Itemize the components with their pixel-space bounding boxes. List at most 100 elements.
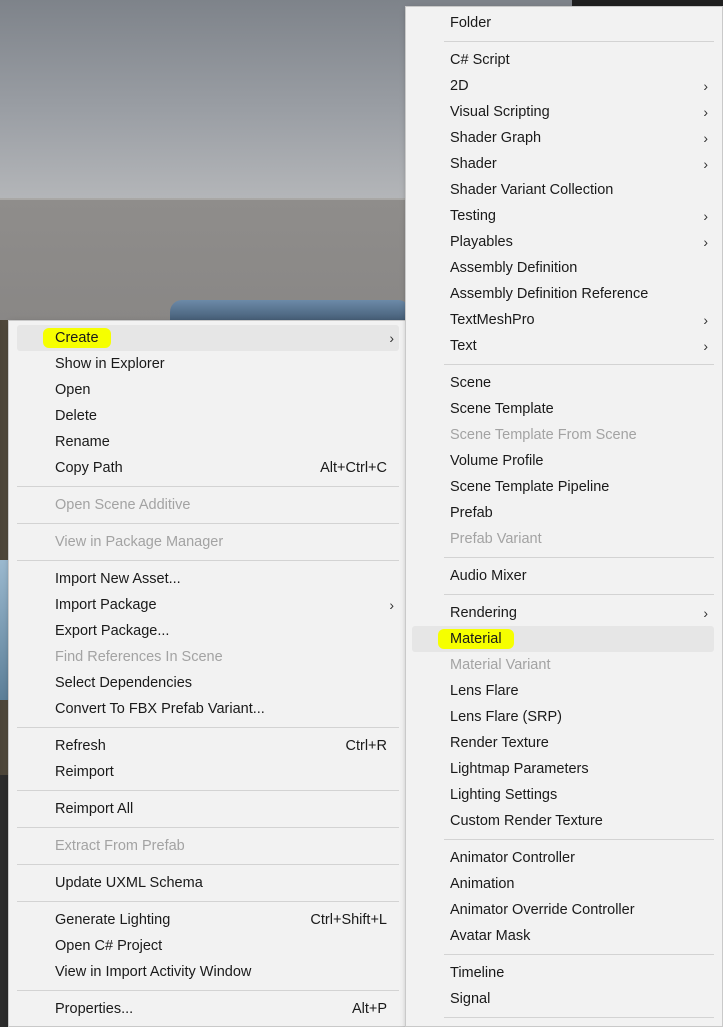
menu-item-shader[interactable]: Shader › — [412, 151, 714, 177]
menu-item-copy-path[interactable]: Copy Path Alt+Ctrl+C — [17, 455, 399, 481]
menu-separator — [17, 827, 399, 828]
shortcut-label: Ctrl+Shift+L — [310, 912, 387, 928]
chevron-right-icon: › — [703, 78, 708, 94]
chevron-right-icon: › — [703, 234, 708, 250]
menu-item-label: Visual Scripting — [450, 104, 550, 120]
menu-item-text[interactable]: Text › — [412, 333, 714, 359]
menu-item-rename[interactable]: Rename — [17, 429, 399, 455]
menu-item-export-package[interactable]: Export Package... — [17, 618, 399, 644]
chevron-right-icon: › — [703, 605, 708, 621]
chevron-right-icon: › — [703, 156, 708, 172]
menu-item-csharp-script[interactable]: C# Script — [412, 47, 714, 73]
menu-item-folder[interactable]: Folder — [412, 10, 714, 36]
chevron-right-icon: › — [703, 130, 708, 146]
chevron-right-icon: › — [703, 104, 708, 120]
menu-item-generate-lighting[interactable]: Generate Lighting Ctrl+Shift+L — [17, 907, 399, 933]
menu-item-show-in-explorer[interactable]: Show in Explorer — [17, 351, 399, 377]
menu-item-shader-variant-collection[interactable]: Shader Variant Collection — [412, 177, 714, 203]
menu-item-visual-scripting[interactable]: Visual Scripting › — [412, 99, 714, 125]
menu-item-import-new-asset[interactable]: Import New Asset... — [17, 566, 399, 592]
menu-item-view-in-import-activity-window[interactable]: View in Import Activity Window — [17, 959, 399, 985]
menu-separator — [17, 560, 399, 561]
menu-item-scene[interactable]: Scene — [412, 370, 714, 396]
menu-separator — [17, 864, 399, 865]
chevron-right-icon: › — [703, 312, 708, 328]
menu-item-convert-to-fbx-prefab-variant[interactable]: Convert To FBX Prefab Variant... — [17, 696, 399, 722]
menu-item-prefab-variant: Prefab Variant — [450, 531, 542, 547]
menu-item-create[interactable]: Create › — [17, 325, 399, 351]
menu-item-testing[interactable]: Testing › — [412, 203, 714, 229]
chevron-right-icon: › — [703, 338, 708, 354]
menu-item-label: Properties... — [55, 1001, 134, 1017]
menu-item-animator-controller[interactable]: Animator Controller — [412, 845, 714, 871]
menu-item-delete[interactable]: Delete — [17, 403, 399, 429]
menu-separator — [444, 954, 714, 955]
menu-item-rendering[interactable]: Rendering › — [412, 600, 714, 626]
menu-item-import-package[interactable]: Import Package › — [17, 592, 399, 618]
menu-item-shader-graph[interactable]: Shader Graph › — [412, 125, 714, 151]
menu-item-extract-from-prefab: Extract From Prefab — [55, 838, 185, 854]
menu-item-label: Playables — [450, 234, 513, 250]
menu-item-reimport-all[interactable]: Reimport All — [17, 796, 399, 822]
menu-separator — [17, 790, 399, 791]
menu-separator — [444, 557, 714, 558]
menu-separator — [444, 1017, 714, 1018]
menu-item-volume-profile[interactable]: Volume Profile — [412, 448, 714, 474]
menu-item-assembly-definition-reference[interactable]: Assembly Definition Reference — [412, 281, 714, 307]
menu-item-open-scene-additive: Open Scene Additive — [55, 497, 191, 513]
menu-item-custom-render-texture[interactable]: Custom Render Texture — [412, 808, 714, 834]
menu-item-lightmap-parameters[interactable]: Lightmap Parameters — [412, 756, 714, 782]
menu-item-view-in-package-manager: View in Package Manager — [55, 534, 224, 550]
menu-item-label: Refresh — [55, 738, 106, 754]
menu-item-2d[interactable]: 2D › — [412, 73, 714, 99]
menu-item-label: Shader — [450, 156, 497, 172]
menu-item-material[interactable]: Material — [412, 626, 714, 652]
menu-item-lighting-settings[interactable]: Lighting Settings — [412, 782, 714, 808]
menu-item-timeline[interactable]: Timeline — [412, 960, 714, 986]
menu-item-scene-template[interactable]: Scene Template — [412, 396, 714, 422]
chevron-right-icon: › — [389, 330, 394, 346]
menu-item-assembly-definition[interactable]: Assembly Definition — [412, 255, 714, 281]
context-menu: Create › Show in Explorer Open Delete Re… — [8, 320, 406, 1027]
chevron-right-icon: › — [703, 208, 708, 224]
menu-item-textmeshpro[interactable]: TextMeshPro › — [412, 307, 714, 333]
menu-item-reimport[interactable]: Reimport — [17, 759, 399, 785]
menu-item-refresh[interactable]: Refresh Ctrl+R — [17, 733, 399, 759]
menu-item-scene-template-from-scene: Scene Template From Scene — [450, 427, 637, 443]
shortcut-label: Alt+P — [351, 1001, 387, 1017]
menu-item-label: Material — [450, 631, 502, 647]
menu-separator — [444, 594, 714, 595]
menu-item-label: Import Package — [55, 597, 157, 613]
menu-item-render-texture[interactable]: Render Texture — [412, 730, 714, 756]
material-highlight: Material — [438, 629, 514, 649]
menu-separator — [444, 839, 714, 840]
menu-item-open[interactable]: Open — [17, 377, 399, 403]
menu-item-update-uxml-schema[interactable]: Update UXML Schema — [17, 870, 399, 896]
menu-item-lens-flare-srp[interactable]: Lens Flare (SRP) — [412, 704, 714, 730]
menu-item-signal[interactable]: Signal — [412, 986, 714, 1012]
menu-item-playables[interactable]: Playables › — [412, 229, 714, 255]
menu-separator — [17, 727, 399, 728]
menu-item-open-csharp-project[interactable]: Open C# Project — [17, 933, 399, 959]
menu-separator — [444, 364, 714, 365]
menu-item-label: Text — [450, 338, 477, 354]
menu-item-label: Generate Lighting — [55, 912, 171, 928]
menu-item-label: Copy Path — [55, 460, 123, 476]
menu-item-scene-template-pipeline[interactable]: Scene Template Pipeline — [412, 474, 714, 500]
chevron-right-icon: › — [389, 597, 394, 613]
menu-item-material-variant: Material Variant — [450, 657, 551, 673]
menu-item-label: Shader Graph — [450, 130, 542, 146]
menu-item-animator-override-controller[interactable]: Animator Override Controller — [412, 897, 714, 923]
menu-item-prefab[interactable]: Prefab — [412, 500, 714, 526]
menu-item-avatar-mask[interactable]: Avatar Mask — [412, 923, 714, 949]
menu-item-animation[interactable]: Animation — [412, 871, 714, 897]
menu-separator — [17, 901, 399, 902]
menu-item-properties[interactable]: Properties... Alt+P — [17, 996, 399, 1022]
menu-separator — [17, 523, 399, 524]
menu-item-select-dependencies[interactable]: Select Dependencies — [17, 670, 399, 696]
menu-item-lens-flare[interactable]: Lens Flare — [412, 678, 714, 704]
menu-item-audio-mixer[interactable]: Audio Mixer — [412, 563, 714, 589]
shortcut-label: Ctrl+R — [345, 738, 388, 754]
menu-item-label: 2D — [450, 78, 469, 94]
menu-separator — [17, 990, 399, 991]
